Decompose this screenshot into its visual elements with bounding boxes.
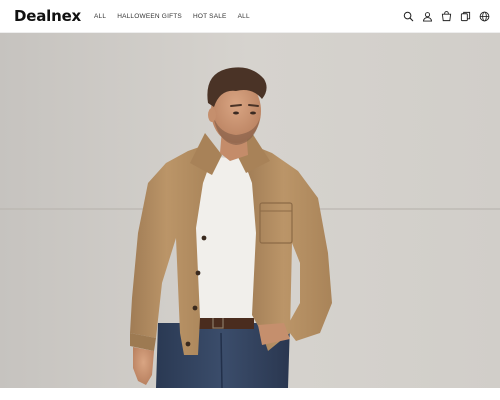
compare-icon[interactable]: [460, 11, 471, 22]
cart-icon[interactable]: [441, 10, 452, 22]
nav-item-all[interactable]: ALL: [94, 13, 106, 20]
site-header: Dealnex ALL HALLOWEEN GIFTS HOT SALE ALL: [0, 0, 500, 33]
header-actions: [403, 10, 490, 22]
site-logo[interactable]: Dealnex: [14, 7, 81, 25]
page-below-hero: [0, 388, 500, 400]
nav-item-all-2[interactable]: ALL: [238, 13, 250, 20]
nav-item-halloween-gifts[interactable]: HALLOWEEN GIFTS: [117, 13, 182, 20]
nav-item-hot-sale[interactable]: HOT SALE: [193, 13, 227, 20]
hero-banner[interactable]: [0, 33, 500, 388]
search-icon[interactable]: [403, 11, 414, 22]
main-nav: ALL HALLOWEEN GIFTS HOT SALE ALL: [94, 13, 261, 20]
hero-photo: [0, 33, 500, 388]
account-icon[interactable]: [422, 11, 433, 22]
globe-icon[interactable]: [479, 11, 490, 22]
